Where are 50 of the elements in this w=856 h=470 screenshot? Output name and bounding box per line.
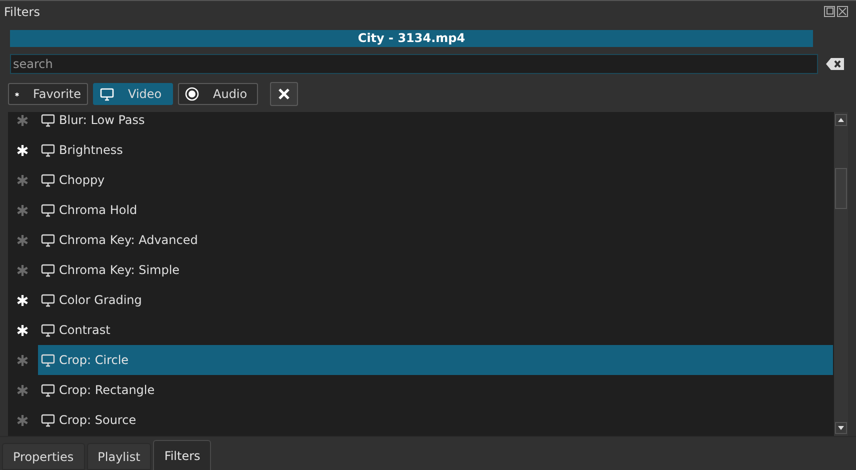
monitor-icon xyxy=(41,354,55,366)
window-title: Filters xyxy=(4,4,40,20)
filter-item[interactable]: Blur: Low Pass xyxy=(38,112,833,135)
scrollbar[interactable] xyxy=(834,112,848,436)
filter-item[interactable]: Choppy xyxy=(38,165,833,195)
favorite-star-icon[interactable] xyxy=(17,234,28,246)
favorite-star-icon[interactable] xyxy=(17,174,28,186)
audio-filter-button[interactable]: Audio xyxy=(178,83,258,105)
monitor-icon xyxy=(41,264,55,276)
favorite-star-icon[interactable] xyxy=(17,354,28,366)
filter-item[interactable]: Crop: Circle xyxy=(38,345,833,375)
filter-item[interactable]: Brightness xyxy=(38,135,833,165)
monitor-icon xyxy=(41,204,55,216)
float-icon[interactable] xyxy=(824,6,835,17)
monitor-icon xyxy=(41,174,55,186)
scroll-thumb[interactable] xyxy=(835,168,847,209)
monitor-icon xyxy=(41,234,55,246)
filter-item[interactable]: Crop: Source xyxy=(38,405,833,435)
favorite-star-icon[interactable] xyxy=(17,264,28,276)
favorite-star-icon[interactable] xyxy=(17,204,28,216)
close-icon xyxy=(278,88,290,100)
scroll-down-icon[interactable] xyxy=(835,422,847,434)
panel-tab[interactable]: Filters xyxy=(153,440,212,470)
monitor-icon xyxy=(41,324,55,336)
favorite-star-icon[interactable] xyxy=(17,384,28,396)
close-icon[interactable] xyxy=(837,6,848,17)
video-filter-button[interactable]: Video xyxy=(93,83,173,105)
clear-filter-button[interactable] xyxy=(270,82,298,106)
panel-tab[interactable]: Properties xyxy=(2,443,85,470)
filter-item[interactable]: Chroma Key: Simple xyxy=(38,255,833,285)
search-field[interactable]: search xyxy=(10,54,818,74)
panel-tab[interactable]: Playlist xyxy=(86,443,152,470)
filter-item[interactable]: Color Grading xyxy=(38,285,833,315)
monitor-icon xyxy=(41,114,55,126)
clip-name-bar: City - 3134.mp4 xyxy=(10,30,813,47)
filter-item[interactable]: Chroma Hold xyxy=(38,195,833,225)
monitor-icon xyxy=(41,294,55,306)
favorite-star-icon[interactable] xyxy=(17,414,28,426)
scroll-up-icon[interactable] xyxy=(835,114,847,126)
filter-item[interactable]: Contrast xyxy=(38,315,833,345)
filter-item[interactable]: Chroma Key: Advanced xyxy=(38,225,833,255)
disc-icon xyxy=(185,87,199,101)
clear-search-icon[interactable] xyxy=(826,58,844,70)
monitor-icon xyxy=(41,144,55,156)
favorite-star-icon[interactable] xyxy=(17,114,28,126)
filter-item[interactable]: Crop: Rectangle xyxy=(38,375,833,405)
favorite-filter-button[interactable]: Favorite xyxy=(8,83,88,105)
monitor-icon xyxy=(41,384,55,396)
monitor-icon xyxy=(100,88,114,100)
monitor-icon xyxy=(41,414,55,426)
